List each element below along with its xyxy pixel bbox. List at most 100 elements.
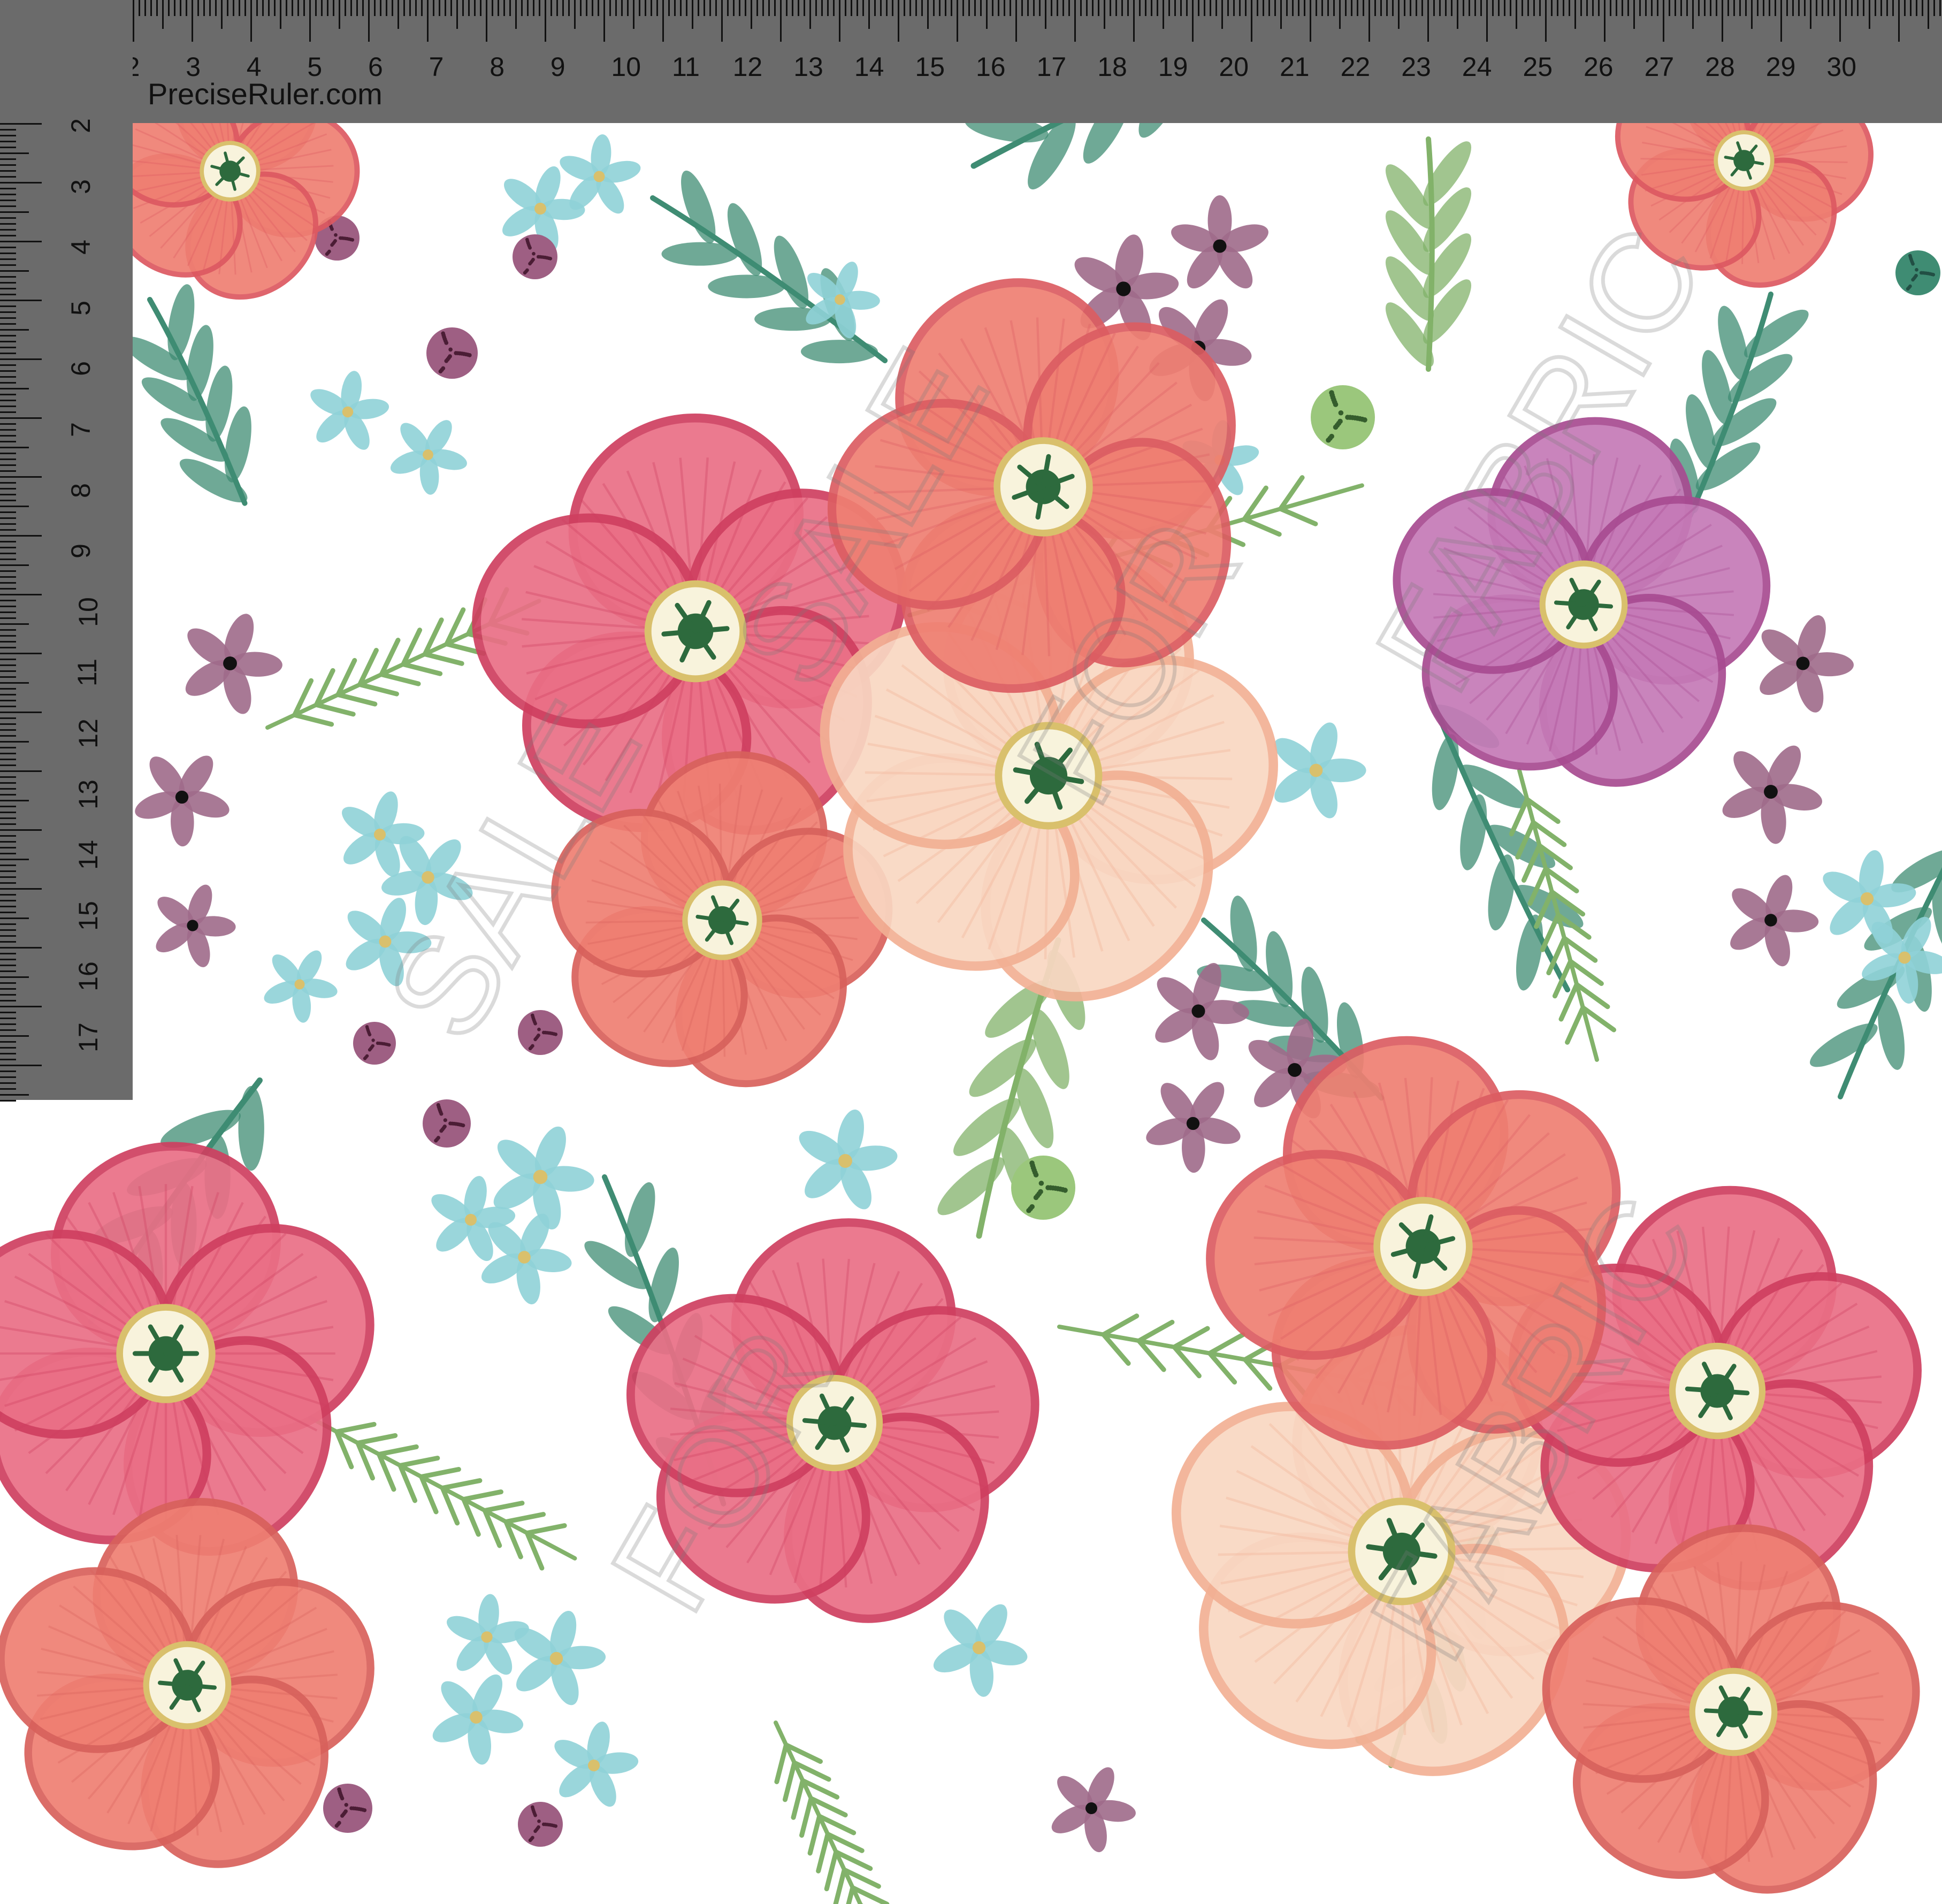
ruler-number-top: 9	[550, 52, 565, 82]
ruler-tick	[303, 0, 305, 16]
bud-dot	[1329, 390, 1334, 395]
ruler-tick	[0, 941, 16, 943]
bud-dot	[368, 1048, 372, 1052]
bud-dot	[1338, 410, 1344, 416]
ruler-tick	[568, 0, 570, 16]
ruler-tick	[1627, 0, 1629, 16]
ruler-tick	[0, 1082, 16, 1084]
ruler-tick	[0, 200, 16, 201]
ruler-tick	[1174, 0, 1176, 16]
ruler-tick	[1751, 0, 1753, 29]
ruler-tick	[0, 935, 16, 937]
ruler-tick	[1068, 0, 1070, 16]
bud-dot	[363, 1057, 367, 1060]
ruler-tick	[0, 953, 16, 954]
bud-dot	[1906, 287, 1910, 291]
ruler-tick	[1645, 0, 1647, 16]
ruler-tick	[1804, 0, 1806, 16]
ruler-number-left: 2	[65, 118, 96, 133]
ruler-tick	[651, 0, 652, 16]
ruler-tick	[1186, 0, 1188, 16]
ruler-tick	[374, 0, 376, 16]
ruler-tick	[0, 606, 16, 607]
ruler-number-left: 14	[73, 840, 103, 870]
ruler-tick	[1198, 0, 1199, 16]
ruler-tick	[1439, 0, 1441, 16]
ruler-tick	[751, 0, 752, 29]
ruler-tick	[0, 341, 16, 342]
ruler-tick	[0, 182, 42, 183]
ruler-tick	[0, 323, 16, 325]
poppy-star-mark	[1703, 1708, 1735, 1714]
ruler-tick	[0, 700, 16, 701]
ruler-tick	[0, 170, 16, 172]
ruler-tick	[0, 817, 16, 819]
ruler-tick	[0, 164, 16, 166]
ruler-tick	[0, 611, 16, 613]
ruler-number-left: 9	[65, 544, 96, 559]
bud-dot	[1931, 273, 1936, 277]
ruler-tick	[1316, 0, 1317, 16]
ruler-tick	[0, 423, 16, 425]
ruler-tick	[1586, 0, 1588, 16]
ruler-tick	[1580, 0, 1582, 16]
ruler-tick	[1310, 0, 1311, 42]
ruler-tick	[1151, 0, 1152, 16]
ruler-tick	[427, 0, 429, 42]
bud-dot	[350, 238, 355, 242]
ruler-tick	[1386, 0, 1388, 16]
ruler-tick	[951, 0, 952, 16]
ruler-tick	[1451, 0, 1452, 16]
ruler-tick	[1398, 0, 1400, 29]
ruler-tick	[286, 0, 287, 16]
ruler-tick	[609, 0, 611, 16]
ruler-number-top: 30	[1826, 52, 1857, 82]
bud-dot	[467, 353, 472, 357]
ruler-tick	[0, 994, 16, 996]
ruler-tick	[1775, 0, 1776, 16]
ruler-tick	[0, 835, 16, 837]
ruler-tick	[633, 0, 634, 29]
bud	[1311, 385, 1375, 449]
ruler-tick	[274, 0, 276, 16]
ruler-tick	[0, 276, 16, 278]
ruler-tick	[0, 664, 16, 666]
ruler-tick	[680, 0, 682, 16]
ruler-tick	[0, 235, 16, 236]
ruler-tick	[280, 0, 281, 29]
ruler-tick	[250, 0, 252, 42]
ruler-tick	[0, 205, 16, 207]
ruler-tick	[1192, 0, 1194, 42]
bud	[423, 1099, 471, 1148]
ruler-tick	[851, 0, 852, 16]
ruler-tick	[1086, 0, 1088, 16]
ruler-number-left: 11	[72, 659, 102, 687]
ruler-tick	[1121, 0, 1123, 16]
ruler-tick	[486, 0, 487, 42]
ruler-tick	[857, 0, 858, 16]
ruler-tick	[0, 523, 16, 525]
ruler-tick	[1910, 0, 1912, 16]
ruler-number-top: 28	[1705, 52, 1735, 82]
ruler-tick	[809, 0, 811, 29]
ruler-tick	[1504, 0, 1505, 16]
ruler-tick	[345, 0, 346, 16]
ruler-tick	[1333, 0, 1335, 16]
ruler-tick	[1639, 0, 1641, 16]
ruler-tick	[0, 217, 16, 219]
ruler-tick	[1427, 0, 1429, 42]
ruler-tick	[845, 0, 846, 16]
ruler-tick	[0, 394, 16, 395]
ruler-tick	[1410, 0, 1411, 16]
ruler-number-top: 27	[1644, 52, 1675, 82]
ruler-tick	[1733, 0, 1735, 16]
ruler-tick	[498, 0, 499, 16]
ruler-tick	[1239, 0, 1241, 16]
ruler-tick	[0, 712, 42, 713]
ruler-tick	[668, 0, 670, 16]
ruler-tick	[574, 0, 576, 29]
ruler-number-left: 10	[73, 597, 103, 627]
ruler-number-top: 23	[1401, 52, 1431, 82]
ruler-tick	[833, 0, 835, 16]
bud	[1895, 250, 1940, 295]
